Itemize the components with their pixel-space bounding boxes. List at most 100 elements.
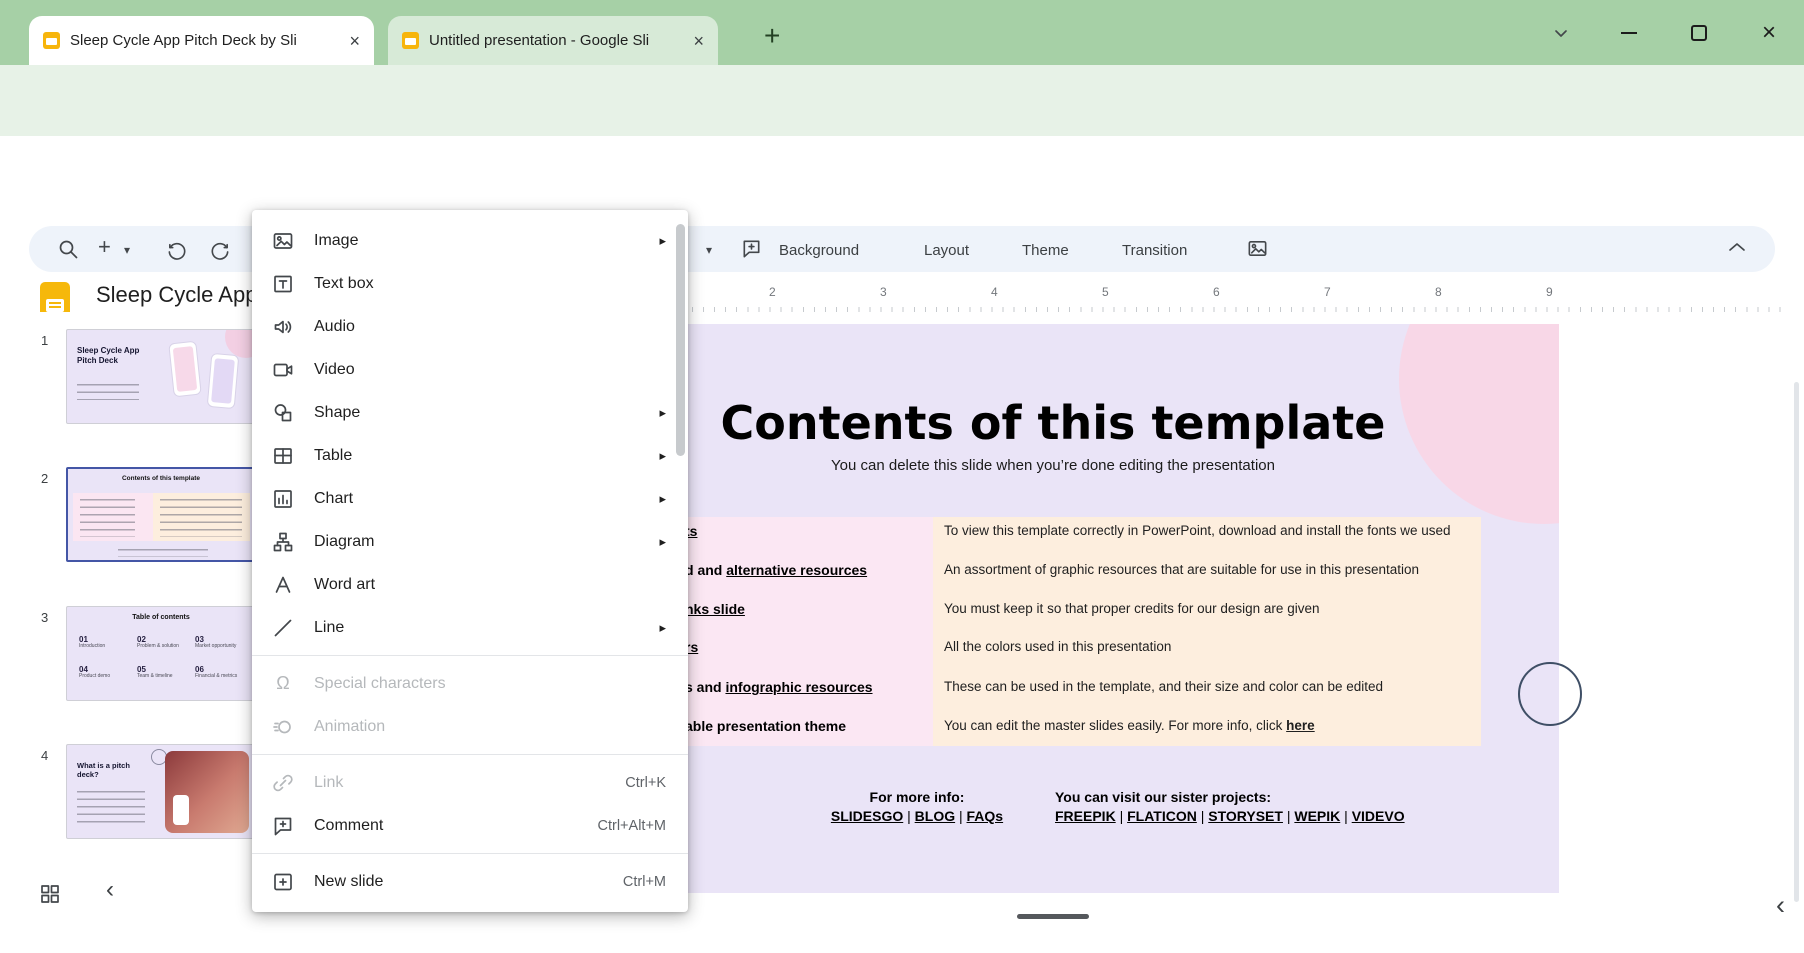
footer-link[interactable]: WEPIK (1294, 808, 1340, 824)
thumbnail-number: 2 (41, 471, 48, 486)
footer-link[interactable]: FLATICON (1127, 808, 1197, 824)
menu-divider (252, 853, 688, 854)
footer-link[interactable]: BLOG (915, 808, 955, 824)
submenu-arrow-icon: ▸ (659, 448, 666, 464)
menu-scrollbar-thumb[interactable] (676, 224, 685, 456)
video-icon (270, 357, 296, 383)
footer-sister-block[interactable]: You can visit our sister projects: FREEP… (1055, 789, 1425, 824)
add-comment-icon[interactable] (740, 237, 763, 260)
collapse-filmstrip-chevron-icon[interactable]: ‹ (106, 878, 114, 902)
collapse-toolbar-chevron-icon[interactable] (1728, 241, 1746, 253)
footer-link[interactable]: STORYSET (1208, 808, 1283, 824)
ruler-mark: 9 (1546, 285, 1553, 299)
menu-item-word-art[interactable]: Word art (252, 563, 688, 606)
right-description[interactable]: You can edit the master slides easily. F… (944, 718, 1474, 733)
menu-item-image[interactable]: Image ▸ (252, 219, 688, 262)
slides-favicon-icon (402, 32, 419, 49)
left-item[interactable]: nks slide (685, 601, 745, 617)
browser-navbar: ← → docs.google.com/presentation/d/1TZq4… (0, 65, 1804, 136)
window-minimize-button[interactable] (1612, 0, 1646, 65)
ruler-mark: 3 (880, 285, 887, 299)
horizontal-scrollbar[interactable] (1017, 914, 1089, 919)
menu-item-chart[interactable]: Chart ▸ (252, 477, 688, 520)
redo-icon[interactable] (208, 238, 231, 261)
tab-close-icon[interactable]: × (349, 32, 360, 50)
footer-link[interactable]: VIDEVO (1352, 808, 1405, 824)
zoom-add-icon[interactable]: + (98, 236, 111, 258)
thumbnail-text-lines (77, 791, 145, 823)
menu-item-comment[interactable]: Comment Ctrl+Alt+M (252, 804, 688, 847)
menu-item-new-slide[interactable]: New slide Ctrl+M (252, 860, 688, 903)
menu-item-audio[interactable]: Audio (252, 305, 688, 348)
footer-link[interactable]: FAQs (967, 808, 1004, 824)
slide-thumbnail-2-selected[interactable]: Contents of this template (66, 467, 256, 562)
submenu-arrow-icon: ▸ (659, 233, 666, 249)
right-description[interactable]: All the colors used in this presentation (944, 639, 1474, 654)
search-menus-icon[interactable] (56, 237, 80, 261)
tab-search-chevron-icon[interactable] (1544, 0, 1578, 65)
right-description[interactable]: To view this template correctly in Power… (944, 523, 1474, 538)
grid-view-icon[interactable] (38, 882, 62, 906)
menu-item-diagram[interactable]: Diagram ▸ (252, 520, 688, 563)
transition-button[interactable]: Transition (1110, 236, 1199, 265)
slide-thumbnail-1[interactable]: Sleep Cycle App Pitch Deck (66, 329, 256, 424)
menu-item-table[interactable]: Table ▸ (252, 434, 688, 477)
menu-item-line[interactable]: Line ▸ (252, 606, 688, 649)
circle-shape-object[interactable] (1518, 662, 1582, 726)
left-item[interactable]: able presentation theme (685, 718, 846, 734)
zoom-caret-icon[interactable]: ▾ (124, 243, 130, 257)
browser-titlebar: Sleep Cycle App Pitch Deck by Sli × Unti… (0, 0, 1804, 65)
menu-item-shape[interactable]: Shape ▸ (252, 391, 688, 434)
toolbar-caret-icon[interactable]: ▾ (706, 243, 712, 257)
left-item[interactable]: d and alternative resources (685, 562, 867, 578)
thumbnail-title: Sleep Cycle App Pitch Deck (77, 346, 157, 366)
background-button[interactable]: Background (767, 236, 871, 265)
slide-thumbnail-3[interactable]: Table of contents 01 Introduction 02 Pro… (66, 606, 256, 701)
ruler-mark: 5 (1102, 285, 1109, 299)
word-art-icon (270, 572, 296, 598)
submenu-arrow-icon: ▸ (659, 405, 666, 421)
right-description[interactable]: You must keep it so that proper credits … (944, 601, 1474, 616)
tab-title: Sleep Cycle App Pitch Deck by Sli (70, 32, 339, 49)
layout-button[interactable]: Layout (912, 236, 981, 265)
thumbnail-photo (165, 751, 249, 833)
right-description[interactable]: An assortment of graphic resources that … (944, 562, 1474, 577)
footer-link[interactable]: SLIDESGO (831, 808, 903, 824)
thumbnail-text-lines (77, 384, 139, 400)
tab-close-icon[interactable]: × (693, 32, 704, 50)
menu-item-text-box[interactable]: Text box (252, 262, 688, 305)
new-tab-button[interactable]: + (764, 22, 780, 50)
browser-tab-inactive[interactable]: Untitled presentation - Google Sli × (388, 16, 718, 65)
window-close-button[interactable]: × (1752, 0, 1786, 65)
insert-image-toolbar-icon[interactable] (1246, 237, 1269, 260)
vertical-scrollbar[interactable] (1794, 382, 1799, 902)
browser-window: Sleep Cycle App Pitch Deck by Sli × Unti… (0, 0, 1804, 953)
shape-icon (270, 400, 296, 426)
phone-mockup (207, 353, 240, 409)
menu-item-special-characters: Ω Special characters (252, 662, 688, 705)
side-panel-chevron-icon[interactable]: ‹ (1776, 892, 1785, 919)
thumbnail-number: 3 (41, 610, 48, 625)
slide-thumbnail-4[interactable]: What is a pitch deck? (66, 744, 256, 839)
slide-canvas[interactable]: Contents of this template You can delete… (547, 324, 1559, 893)
footer-info-block[interactable]: For more info: SLIDESGO | BLOG | FAQs (807, 789, 1027, 824)
left-item[interactable]: s and infographic resources (685, 679, 873, 695)
slides-app-header: Sleep Cycle App Pitch Deck by Slidesgo ☆… (0, 136, 1804, 220)
window-maximize-button[interactable] (1682, 0, 1716, 65)
undo-icon[interactable] (166, 238, 189, 261)
toc-label: Team & timeline (137, 674, 193, 680)
menu-item-video[interactable]: Video (252, 348, 688, 391)
right-description[interactable]: These can be used in the template, and t… (944, 679, 1474, 694)
insert-dropdown-menu: Image ▸ Text box Audio Video Shape (252, 210, 688, 912)
ruler-mark: 8 (1435, 285, 1442, 299)
slide-title[interactable]: Contents of this template (547, 396, 1559, 450)
foot­er-link[interactable]: FREEPIK (1055, 808, 1116, 824)
thumbnail-title: Contents of this template (68, 475, 254, 482)
image-icon (270, 228, 296, 254)
menu-item-link: Link Ctrl+K (252, 761, 688, 804)
footer-label: You can visit our sister projects: (1055, 789, 1425, 805)
thumbnail-text-lines (160, 499, 242, 537)
theme-button[interactable]: Theme (1010, 236, 1081, 265)
slide-subtitle[interactable]: You can delete this slide when you’re do… (547, 457, 1559, 474)
browser-tab-active[interactable]: Sleep Cycle App Pitch Deck by Sli × (29, 16, 374, 65)
